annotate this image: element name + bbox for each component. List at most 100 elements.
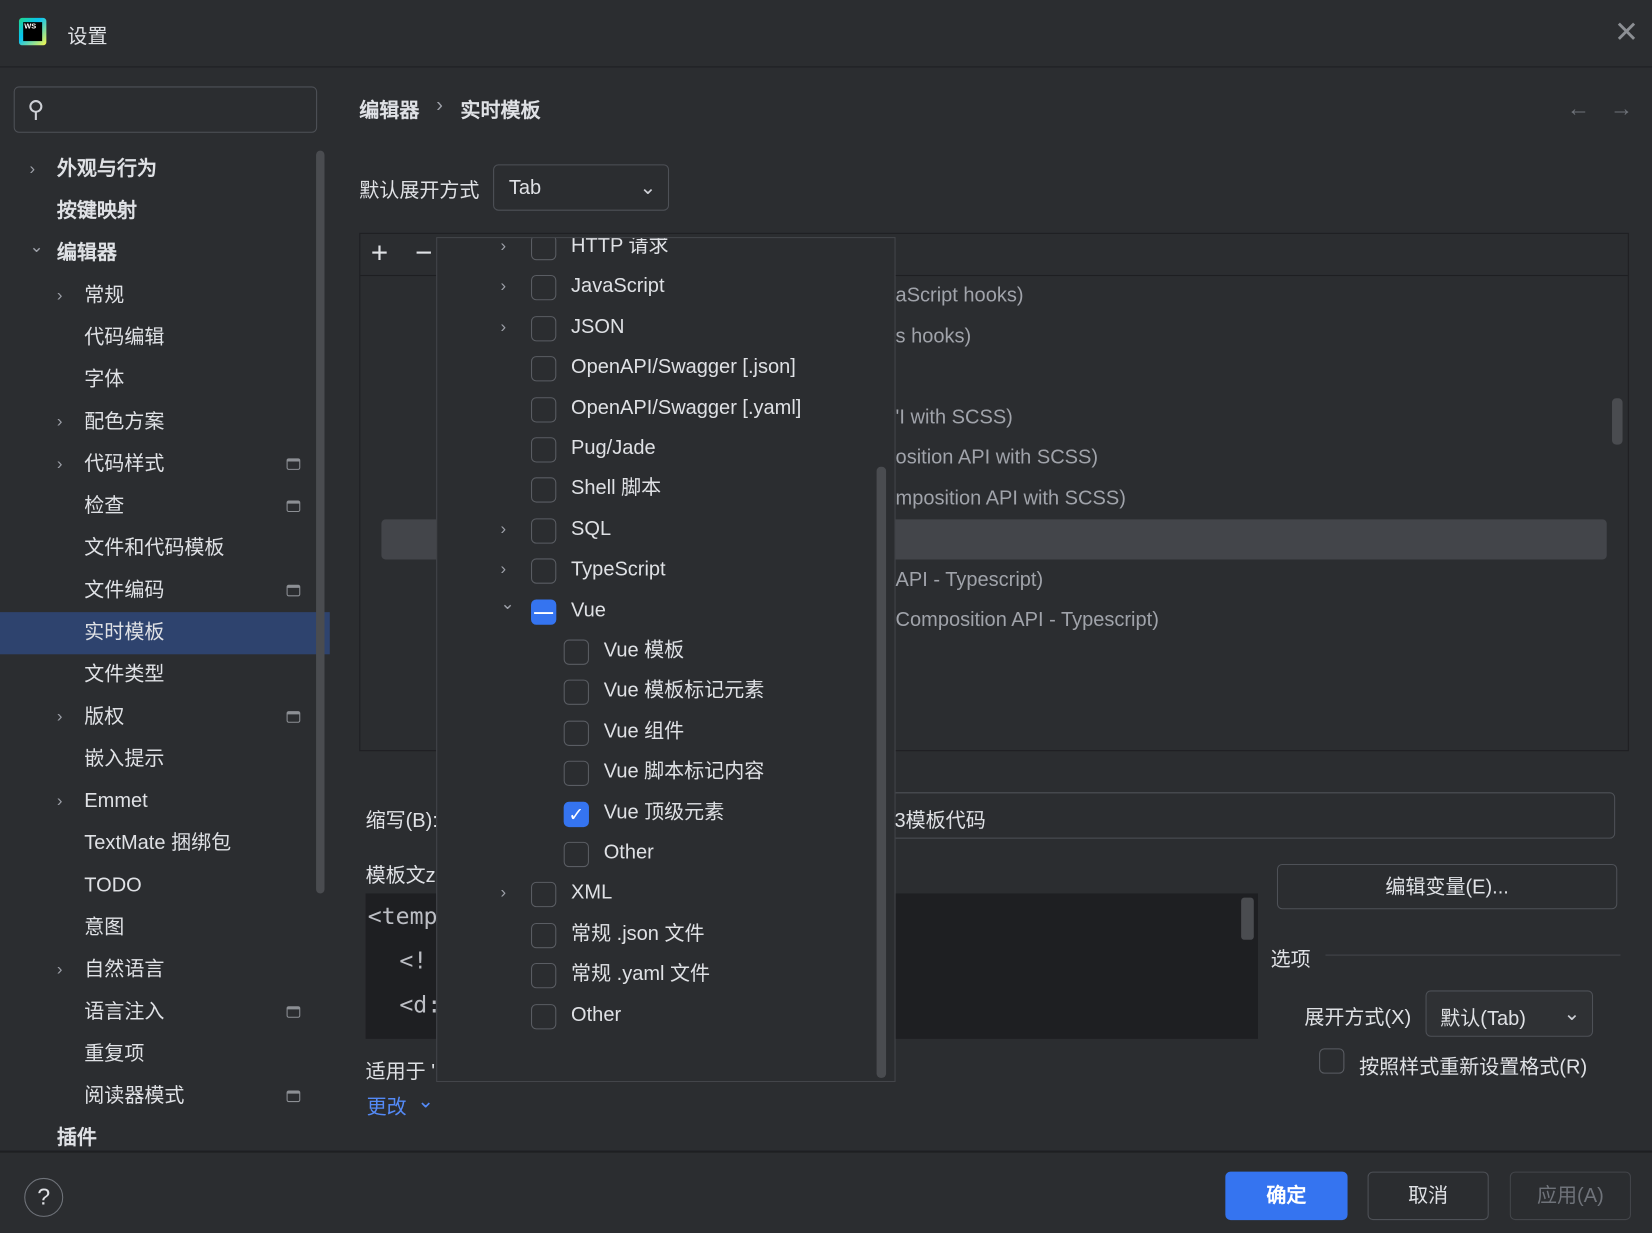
popup-item[interactable]: › XML	[437, 874, 880, 914]
edit-variables-button[interactable]: 编辑变量(E)...	[1276, 863, 1618, 910]
popup-scrollbar[interactable]	[876, 466, 887, 1078]
popup-item[interactable]: Vue 模板标记元素	[437, 672, 880, 712]
sidebar-item[interactable]: › 版权	[0, 696, 330, 738]
checkbox[interactable]	[531, 477, 557, 503]
checkbox[interactable]	[531, 396, 557, 423]
checkbox[interactable]	[531, 437, 557, 463]
search-input[interactable]: ⚲	[13, 86, 318, 133]
back-arrow-icon[interactable]: ←	[1567, 95, 1590, 122]
checkbox[interactable]	[531, 963, 557, 989]
add-icon[interactable]: +	[371, 236, 388, 270]
sidebar-item[interactable]: 意图	[0, 907, 330, 949]
chevron-right-icon[interactable]: ›	[57, 781, 63, 823]
checkbox[interactable]	[531, 922, 557, 949]
popup-item[interactable]: Pug/Jade	[437, 429, 880, 469]
popup-item[interactable]: 常规 .json 文件	[437, 914, 880, 954]
editor-scrollbar[interactable]	[1241, 897, 1254, 940]
chevron-down-icon[interactable]: ⌄	[30, 227, 44, 269]
sidebar-item[interactable]: 重复项	[0, 1034, 330, 1076]
chevron-right-icon[interactable]: ›	[30, 149, 36, 191]
sidebar-scrollbar[interactable]	[316, 150, 325, 894]
chevron-down-icon[interactable]: ⌄	[500, 584, 514, 624]
reformat-checkbox[interactable]	[1319, 1048, 1345, 1074]
popup-item[interactable]: › SQL	[437, 510, 880, 550]
checkbox[interactable]	[531, 1003, 557, 1029]
popup-item[interactable]: › HTTP 请求	[437, 238, 880, 266]
expand-mode-select[interactable]: 默认(Tab) ⌄	[1425, 990, 1594, 1037]
sidebar-item[interactable]: 文件编码	[0, 570, 330, 612]
chevron-right-icon[interactable]: ›	[500, 307, 506, 347]
checkbox[interactable]	[531, 518, 557, 544]
popup-item[interactable]: › JSON	[437, 307, 880, 347]
checkbox[interactable]	[563, 720, 589, 746]
popup-item[interactable]: Other	[437, 833, 880, 873]
sidebar-item[interactable]: › 配色方案	[0, 401, 330, 443]
breadcrumb-parent[interactable]: 编辑器	[359, 95, 419, 123]
sidebar-item[interactable]: ⌄ 编辑器	[0, 233, 330, 275]
popup-item[interactable]: ✓ Vue 顶级元素	[437, 793, 880, 833]
sidebar-item[interactable]: › Emmet	[0, 781, 330, 823]
chevron-right-icon[interactable]: ›	[500, 510, 506, 550]
templates-scrollbar[interactable]	[1612, 398, 1623, 445]
checkbox[interactable]: —	[531, 599, 557, 625]
chevron-right-icon[interactable]: ›	[57, 696, 63, 738]
popup-item[interactable]: Other	[437, 995, 880, 1035]
checkbox[interactable]	[563, 841, 589, 868]
chevron-right-icon[interactable]: ›	[57, 401, 63, 443]
checkbox[interactable]	[563, 639, 589, 665]
change-link[interactable]: 更改	[367, 1092, 407, 1120]
template-row[interactable]: Composition API - Typescript)	[896, 609, 1159, 632]
popup-item[interactable]: Vue 脚本标记内容	[437, 752, 880, 792]
chevron-right-icon[interactable]: ›	[500, 874, 506, 914]
template-row[interactable]: s hooks)	[896, 325, 972, 348]
popup-item[interactable]: Shell 脚本	[437, 469, 880, 509]
chevron-right-icon[interactable]: ›	[500, 267, 506, 307]
checkbox[interactable]	[531, 238, 557, 261]
chevron-right-icon[interactable]: ›	[57, 949, 63, 991]
checkbox[interactable]	[531, 315, 557, 342]
checkbox[interactable]	[531, 275, 557, 301]
popup-item[interactable]: OpenAPI/Swagger [.json]	[437, 348, 880, 388]
sidebar-item[interactable]: TODO	[0, 865, 330, 907]
close-icon[interactable]: ✕	[1614, 15, 1639, 50]
chevron-right-icon[interactable]: ›	[500, 238, 506, 266]
template-row[interactable]: mposition API with SCSS)	[896, 487, 1126, 510]
description-input[interactable]: 3模板代码	[874, 792, 1616, 839]
sidebar-item[interactable]: 字体	[0, 359, 330, 401]
sidebar-item[interactable]: › 常规	[0, 275, 330, 317]
apply-button[interactable]: 应用(A)	[1509, 1171, 1631, 1221]
cancel-button[interactable]: 取消	[1367, 1171, 1489, 1221]
sidebar-item[interactable]: 实时模板	[0, 612, 330, 655]
sidebar-item[interactable]: 代码编辑	[0, 317, 330, 359]
sidebar-item[interactable]: 嵌入提示	[0, 739, 330, 781]
sidebar-item[interactable]: TextMate 捆绑包	[0, 823, 330, 865]
popup-item[interactable]: ⌄ — Vue	[437, 591, 880, 631]
sidebar-item[interactable]: › 代码样式	[0, 444, 330, 486]
template-row[interactable]: osition API with SCSS)	[896, 447, 1099, 470]
popup-item[interactable]: Vue 组件	[437, 712, 880, 752]
chevron-right-icon[interactable]: ›	[57, 444, 63, 486]
checkbox[interactable]	[531, 558, 557, 584]
popup-item[interactable]: OpenAPI/Swagger [.yaml]	[437, 388, 880, 428]
sidebar-item[interactable]: 文件和代码模板	[0, 528, 330, 570]
sidebar-item[interactable]: › 外观与行为	[0, 149, 330, 191]
checkbox[interactable]	[563, 679, 589, 706]
checkbox[interactable]	[563, 760, 589, 787]
remove-icon[interactable]: −	[415, 236, 432, 270]
popup-item[interactable]: Vue 模板	[437, 631, 880, 671]
sidebar-item[interactable]: 按键映射	[0, 191, 330, 233]
sidebar-item[interactable]: 阅读器模式	[0, 1076, 330, 1118]
checkbox[interactable]	[531, 356, 557, 382]
template-row[interactable]: aScript hooks)	[896, 284, 1024, 307]
sidebar-item[interactable]: 检查	[0, 486, 330, 528]
template-row[interactable]: API - Typescript)	[896, 568, 1044, 591]
ok-button[interactable]: 确定	[1225, 1171, 1348, 1221]
sidebar-item[interactable]: 语言注入	[0, 991, 330, 1033]
sidebar-item[interactable]: › 自然语言	[0, 949, 330, 991]
checkbox[interactable]: ✓	[563, 801, 589, 827]
help-button[interactable]: ?	[24, 1177, 64, 1217]
chevron-right-icon[interactable]: ›	[57, 275, 63, 317]
expand-default-select[interactable]: Tab ⌄	[493, 164, 670, 211]
popup-item[interactable]: 常规 .yaml 文件	[437, 955, 880, 995]
popup-item[interactable]: › JavaScript	[437, 267, 880, 307]
